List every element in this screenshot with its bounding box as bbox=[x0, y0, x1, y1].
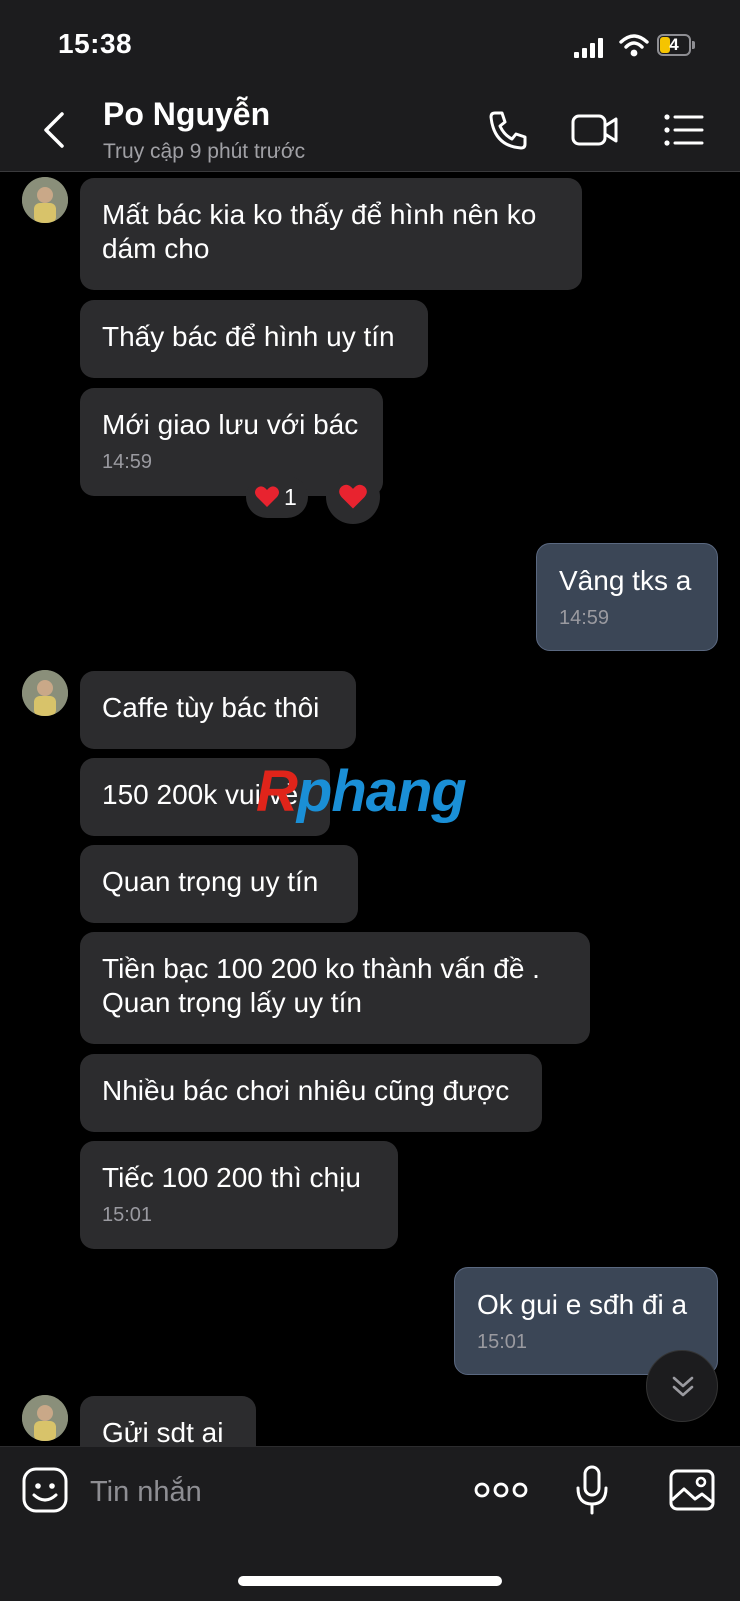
video-camera-icon[interactable] bbox=[570, 108, 620, 152]
heart-icon bbox=[255, 486, 279, 507]
message-text: Caffe tùy bác thôi bbox=[102, 692, 320, 723]
message-input[interactable] bbox=[88, 1466, 432, 1518]
message-bubble[interactable]: Tiền bạc 100 200 ko thành vấn đề . Quan … bbox=[80, 932, 590, 1044]
reaction-summary[interactable]: 1 bbox=[246, 476, 308, 518]
message-bubble[interactable]: Mất bác kia ko thấy để hình nên ko dám c… bbox=[80, 178, 582, 290]
message-text: Quan trọng uy tín bbox=[102, 866, 319, 897]
message-text: Vâng tks a bbox=[559, 565, 692, 596]
reaction-count: 1 bbox=[284, 484, 297, 510]
more-dots-icon[interactable] bbox=[474, 1478, 528, 1502]
contact-name[interactable]: Po Nguyễn bbox=[103, 96, 270, 133]
message-text: Thấy bác để hình uy tín bbox=[102, 321, 395, 352]
message-bubble[interactable]: Nhiều bác chơi nhiêu cũng được bbox=[80, 1054, 542, 1132]
message-bubble[interactable]: Thấy bác để hình uy tín bbox=[80, 300, 428, 378]
message-time: 15:01 bbox=[102, 1204, 153, 1226]
message-time: 14:59 bbox=[559, 607, 610, 629]
message-text: Ok gui e sđh đi a bbox=[477, 1289, 688, 1320]
battery-level: 4 bbox=[669, 35, 679, 54]
battery-indicator: 4 bbox=[657, 34, 697, 58]
status-time: 15:38 bbox=[58, 28, 133, 59]
cellular-signal-icon bbox=[574, 38, 603, 58]
home-indicator bbox=[238, 1576, 502, 1586]
contact-avatar[interactable] bbox=[22, 177, 68, 223]
message-text: Nhiều bác chơi nhiêu cũng được bbox=[102, 1075, 510, 1106]
contact-avatar[interactable] bbox=[22, 670, 68, 716]
message-time: 14:59 bbox=[102, 451, 153, 473]
message-text: Tiếc 100 200 thì chịu bbox=[102, 1162, 361, 1193]
message-text: Mới giao lưu với bác bbox=[102, 409, 359, 440]
menu-list-icon[interactable] bbox=[662, 108, 706, 152]
heart-icon bbox=[339, 484, 367, 509]
sticker-icon[interactable] bbox=[22, 1467, 68, 1513]
message-bubble[interactable]: Quan trọng uy tín bbox=[80, 845, 358, 923]
message-bubble[interactable]: Tiếc 100 200 thì chịu 15:01 bbox=[80, 1141, 398, 1249]
message-bubble-sent[interactable]: Vâng tks a 14:59 bbox=[536, 543, 718, 651]
message-text: Tiền bạc 100 200 ko thành vấn đề . Quan … bbox=[102, 953, 540, 1018]
scroll-to-bottom-button[interactable] bbox=[646, 1350, 718, 1422]
contact-last-seen: Truy cập 9 phút trước bbox=[103, 140, 306, 163]
message-bubble[interactable]: Caffe tùy bác thôi bbox=[80, 671, 356, 749]
back-icon[interactable] bbox=[36, 108, 76, 152]
double-chevron-down-icon bbox=[672, 1376, 694, 1397]
message-text: Mất bác kia ko thấy để hình nên ko dám c… bbox=[102, 199, 537, 264]
wifi-icon bbox=[619, 34, 649, 57]
image-icon[interactable] bbox=[668, 1468, 716, 1512]
message-time: 15:01 bbox=[477, 1331, 528, 1353]
phone-icon[interactable] bbox=[486, 108, 530, 152]
watermark-logo: Rphang bbox=[256, 759, 467, 824]
microphone-icon[interactable] bbox=[574, 1464, 610, 1516]
react-heart-button[interactable] bbox=[326, 470, 380, 524]
message-text: Gửi sdt ai bbox=[102, 1417, 224, 1448]
contact-avatar[interactable] bbox=[22, 1395, 68, 1441]
